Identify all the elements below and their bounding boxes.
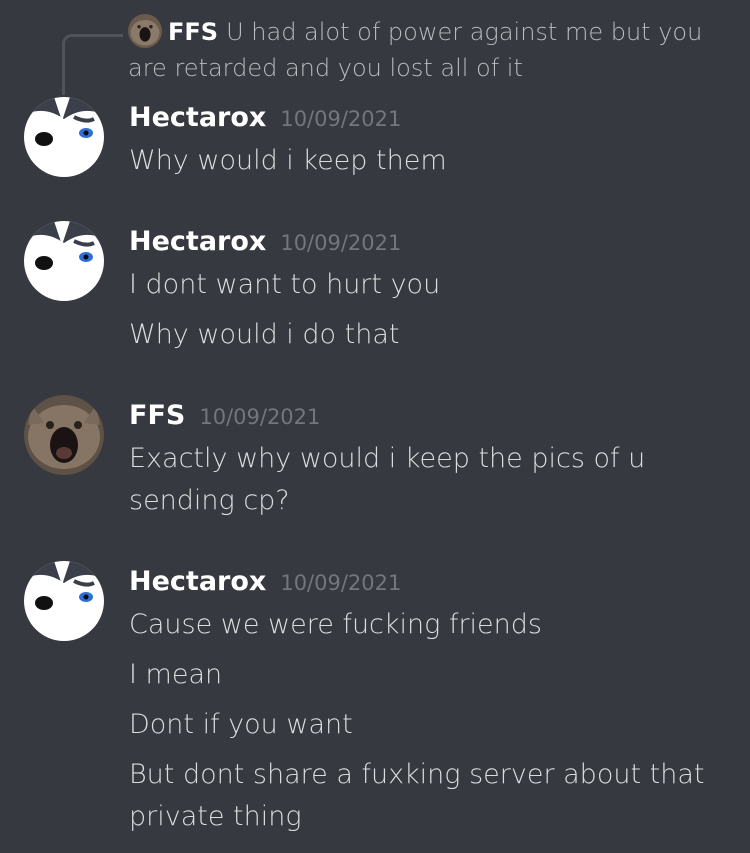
reply-preview[interactable]: FFS U had alot of power against me but yo… [128,14,728,86]
message-text: Why would i do that [129,319,400,350]
reply-author[interactable]: FFS [168,18,218,46]
screaming-cat-avatar-icon[interactable] [24,395,104,475]
husky-avatar-icon[interactable] [24,221,104,301]
message-header: Hectarox 10/09/2021 [129,226,401,257]
message-text: But dont share a fuxking server about th… [129,759,705,832]
husky-avatar-icon[interactable] [24,97,104,177]
message-header: FFS 10/09/2021 [129,400,320,431]
timestamp: 10/09/2021 [280,571,402,595]
husky-avatar-icon[interactable] [24,561,104,641]
screaming-cat-avatar-icon[interactable] [128,14,162,48]
username[interactable]: Hectarox [129,102,266,133]
message-text: Cause we were fucking friends [129,609,542,640]
username[interactable]: FFS [129,400,185,431]
timestamp: 10/09/2021 [280,107,402,131]
message-text: I mean [129,659,223,690]
message-text: Exactly why would i keep the pics of u s… [129,443,646,516]
message-header: Hectarox 10/09/2021 [129,102,401,133]
username[interactable]: Hectarox [129,226,266,257]
reply-spine [62,34,123,95]
message-text: Why would i keep them [129,145,447,176]
message-text: I dont want to hurt you [129,269,441,300]
message-header: Hectarox 10/09/2021 [129,566,401,597]
timestamp: 10/09/2021 [280,231,402,255]
username[interactable]: Hectarox [129,566,266,597]
timestamp: 10/09/2021 [199,405,321,429]
message-text: Dont if you want [129,709,353,740]
